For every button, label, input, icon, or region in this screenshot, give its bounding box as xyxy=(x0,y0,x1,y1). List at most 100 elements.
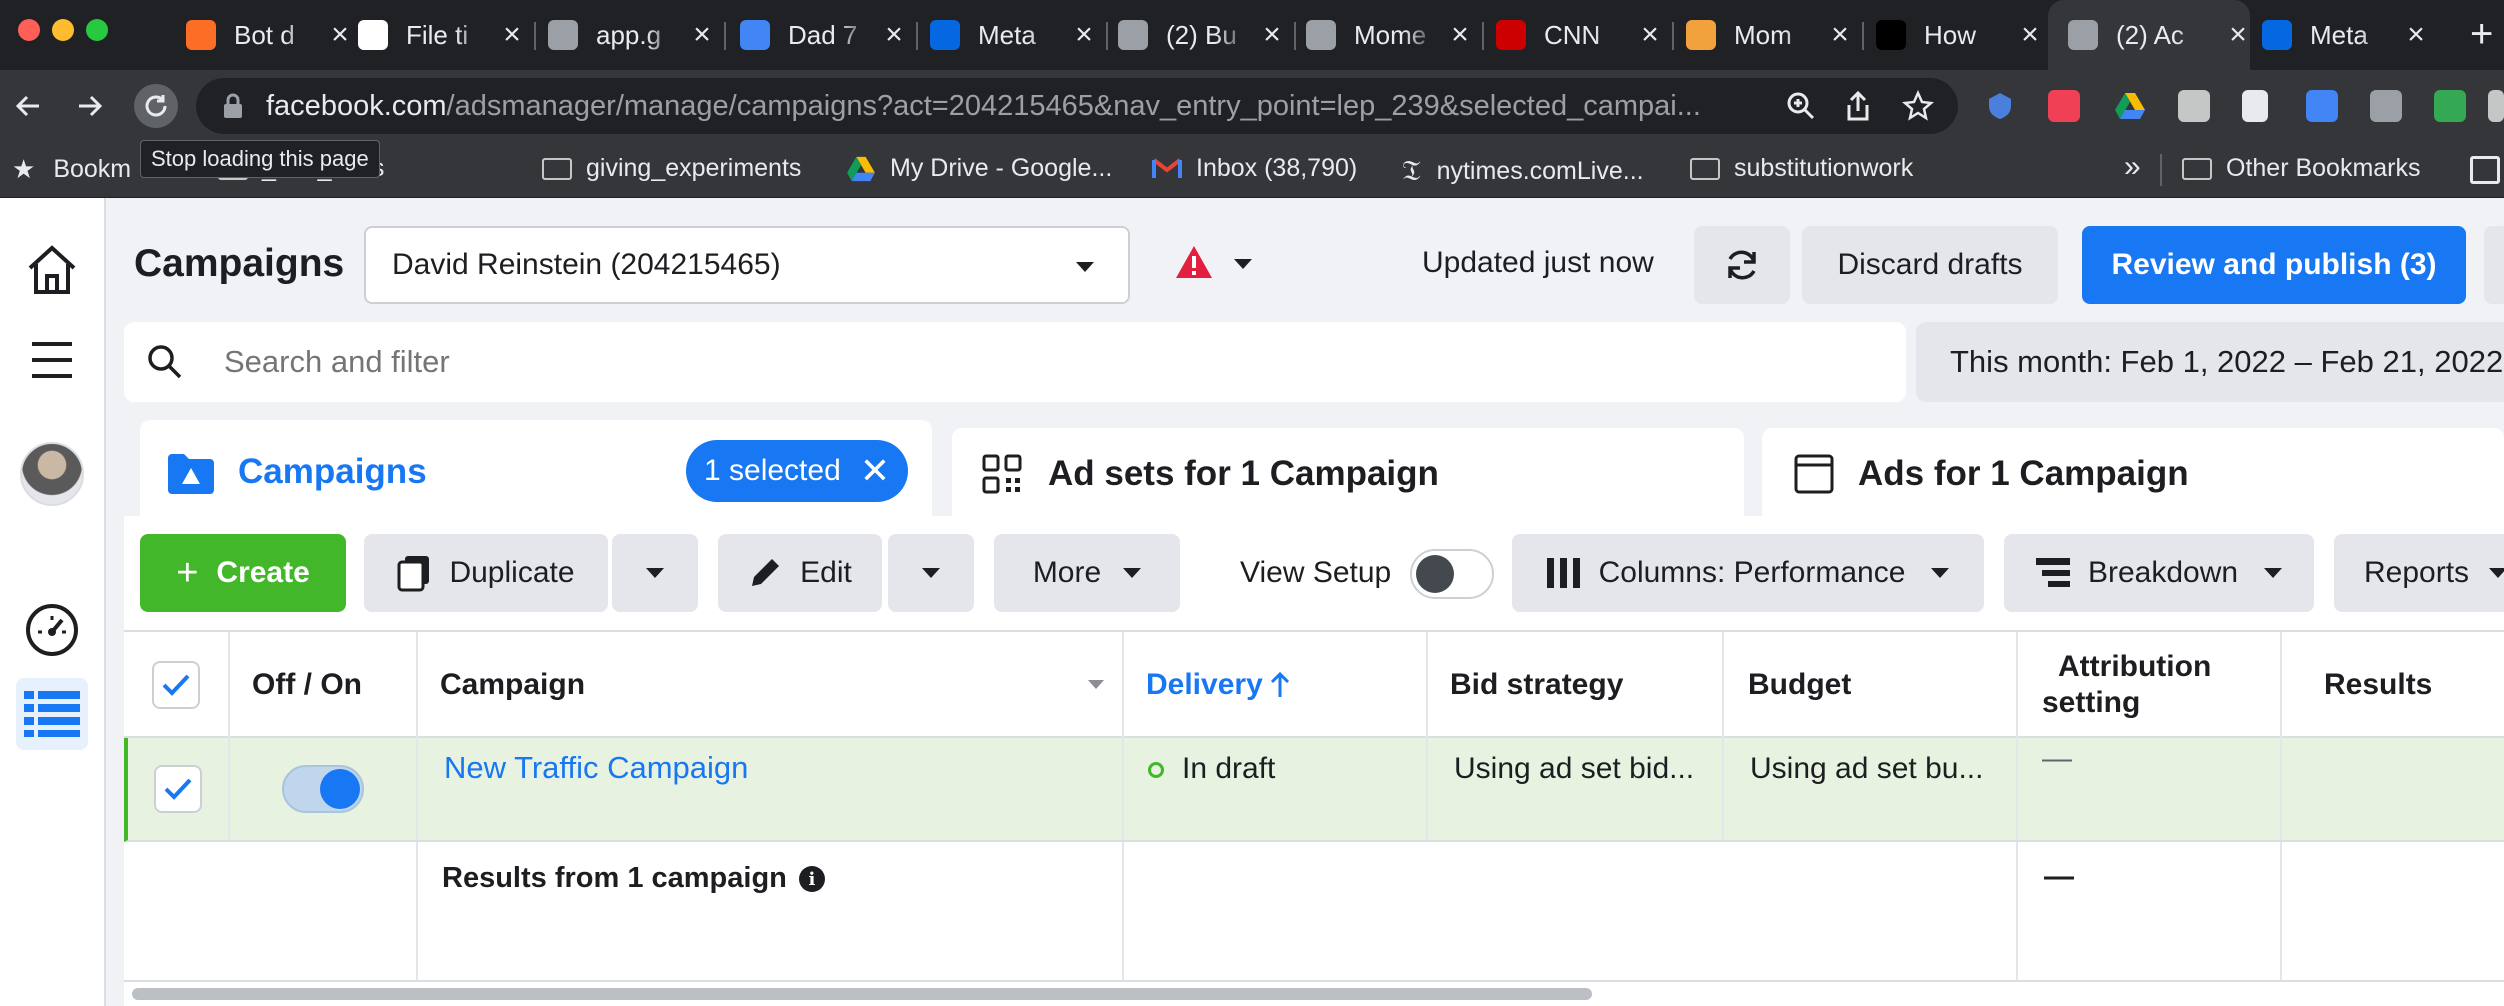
document-icon[interactable] xyxy=(2242,90,2268,122)
browser-tab[interactable]: (2) Ac × xyxy=(2048,0,2250,70)
tab-campaigns[interactable]: Campaigns 1 selected ✕ xyxy=(140,420,932,524)
bookmark-other[interactable]: Other Bookmarks xyxy=(2182,154,2421,183)
table-row[interactable]: New Traffic Campaign In draft Using ad s… xyxy=(124,738,2504,842)
selection-chip[interactable]: 1 selected ✕ xyxy=(686,440,908,502)
zoom-icon[interactable] xyxy=(1786,91,1816,121)
menu-icon[interactable] xyxy=(16,324,88,396)
browser-tab[interactable]: Mome × xyxy=(1306,0,1472,70)
close-tab-icon[interactable]: × xyxy=(1638,20,1662,50)
tab-ads[interactable]: Ads for 1 Campaign xyxy=(1762,428,2504,520)
columns-button[interactable]: Columns: Performance xyxy=(1512,534,1984,612)
account-selector[interactable]: David Reinstein (204215465) xyxy=(364,226,1130,304)
search-input[interactable] xyxy=(224,334,1874,390)
maximize-window-button[interactable] xyxy=(86,19,108,41)
bookmark-star[interactable]: ★ Bookm xyxy=(12,154,131,185)
extension-shield-icon[interactable] xyxy=(1984,90,2016,122)
bookmark-folder-substitution[interactable]: substitutionwork xyxy=(1690,154,1913,183)
duplicate-options-button[interactable] xyxy=(612,534,698,612)
extension-gray-icon[interactable] xyxy=(2370,90,2402,122)
duplicate-button[interactable]: Duplicate xyxy=(364,534,608,612)
column-header-campaign[interactable]: Campaign xyxy=(418,632,1124,738)
download-icon[interactable] xyxy=(2306,90,2338,122)
browser-tab[interactable]: Mom × xyxy=(1686,0,1852,70)
edit-button[interactable]: Edit xyxy=(718,534,882,612)
bookmark-google-drive[interactable]: My Drive - Google... xyxy=(846,154,1112,183)
info-icon[interactable]: i xyxy=(798,866,825,892)
browser-tab[interactable]: Bot d × xyxy=(186,0,352,70)
review-publish-button[interactable]: Review and publish (3) xyxy=(2082,226,2466,304)
close-window-button[interactable] xyxy=(18,19,40,41)
close-tab-icon[interactable]: × xyxy=(1828,20,1852,50)
close-tab-icon[interactable]: × xyxy=(1448,20,1472,50)
close-tab-icon[interactable]: × xyxy=(2226,20,2250,50)
discard-drafts-button[interactable]: Discard drafts xyxy=(1802,226,2058,304)
campaign-name-link[interactable]: New Traffic Campaign xyxy=(444,750,748,786)
more-button[interactable]: More xyxy=(994,534,1180,612)
bookmark-folder-giving[interactable]: giving_experiments xyxy=(542,154,801,183)
search-bar[interactable] xyxy=(124,322,1906,402)
select-all-checkbox[interactable] xyxy=(152,661,200,709)
clear-selection-icon[interactable]: ✕ xyxy=(860,450,890,492)
close-tab-icon[interactable]: × xyxy=(1072,20,1096,50)
column-header-bid-strategy[interactable]: Bid strategy xyxy=(1428,632,1724,738)
home-icon[interactable] xyxy=(16,234,88,306)
sort-caret-icon xyxy=(1088,680,1104,689)
back-button[interactable] xyxy=(8,86,48,126)
google-drive-icon[interactable] xyxy=(2114,90,2146,122)
close-tab-icon[interactable]: × xyxy=(2404,20,2428,50)
column-header-delivery[interactable]: Delivery xyxy=(1124,632,1428,738)
row-checkbox[interactable] xyxy=(154,765,202,813)
menu-dots-icon[interactable] xyxy=(2488,90,2504,122)
bookmark-nytimes[interactable]: 𝔗nytimes.comLive... xyxy=(1402,154,1644,188)
browser-tab[interactable]: CNN × xyxy=(1496,0,1662,70)
close-tab-icon[interactable]: × xyxy=(500,20,524,50)
date-range-picker[interactable]: This month: Feb 1, 2022 – Feb 21, 2022 xyxy=(1916,322,2504,402)
download-green-icon[interactable] xyxy=(2434,90,2466,122)
refresh-button[interactable] xyxy=(1694,226,1790,304)
edit-options-button[interactable] xyxy=(888,534,974,612)
bookmark-gmail[interactable]: Inbox (38,790) xyxy=(1152,154,1357,183)
close-tab-icon[interactable]: × xyxy=(882,20,906,50)
campaign-on-off-toggle[interactable] xyxy=(282,765,364,813)
close-tab-icon[interactable]: × xyxy=(2018,20,2042,50)
header-overflow-button[interactable] xyxy=(2484,226,2504,304)
share-icon[interactable] xyxy=(1844,90,1872,122)
reports-button[interactable]: Reports xyxy=(2334,534,2504,612)
avatar[interactable] xyxy=(16,438,88,510)
reload-button[interactable] xyxy=(134,84,178,128)
breakdown-icon xyxy=(2035,558,2070,587)
column-header-budget[interactable]: Budget xyxy=(1724,632,2018,738)
new-tab-button[interactable]: + xyxy=(2470,14,2493,54)
dashboard-gauge-icon[interactable] xyxy=(16,594,88,666)
forward-button[interactable] xyxy=(70,86,110,126)
browser-tab[interactable]: Meta × xyxy=(930,0,1096,70)
campaigns-table-icon[interactable] xyxy=(16,678,88,750)
column-header-toggle[interactable]: Off / On xyxy=(230,632,418,738)
browser-tab[interactable]: Meta × xyxy=(2262,0,2428,70)
horizontal-scrollbar[interactable] xyxy=(132,988,1592,1000)
column-header-attribution[interactable]: Attribution setting xyxy=(2018,632,2282,738)
browser-tab[interactable]: File ti × xyxy=(358,0,524,70)
plus-icon: + xyxy=(176,551,199,594)
browser-tab[interactable]: Dad 7 × xyxy=(740,0,906,70)
pocket-icon[interactable] xyxy=(2048,90,2080,122)
warning-dropdown[interactable] xyxy=(1168,242,1258,286)
browser-tab[interactable]: How × xyxy=(1876,0,2042,70)
close-tab-icon[interactable]: × xyxy=(1260,20,1284,50)
browser-tab[interactable]: (2) Bu × xyxy=(1118,0,1284,70)
hypothesis-icon[interactable] xyxy=(2178,90,2210,122)
address-bar[interactable]: facebook.com/adsmanager/manage/campaigns… xyxy=(196,78,1958,134)
create-button[interactable]: + Create xyxy=(140,534,346,612)
breakdown-button[interactable]: Breakdown xyxy=(2004,534,2314,612)
browser-tab[interactable]: app.g × xyxy=(548,0,714,70)
tab-ad-sets[interactable]: Ad sets for 1 Campaign xyxy=(952,428,1744,520)
bookmarks-overflow[interactable]: » xyxy=(2124,150,2141,184)
close-tab-icon[interactable]: × xyxy=(690,20,714,50)
reading-list-icon[interactable] xyxy=(2470,156,2500,184)
view-setup-toggle[interactable] xyxy=(1410,549,1494,599)
browser-tab-title: CNN xyxy=(1544,19,1601,50)
close-tab-icon[interactable]: × xyxy=(328,20,352,50)
minimize-window-button[interactable] xyxy=(52,19,74,41)
bookmark-star-icon[interactable] xyxy=(1902,90,1934,122)
column-header-results[interactable]: Results xyxy=(2282,632,2504,738)
